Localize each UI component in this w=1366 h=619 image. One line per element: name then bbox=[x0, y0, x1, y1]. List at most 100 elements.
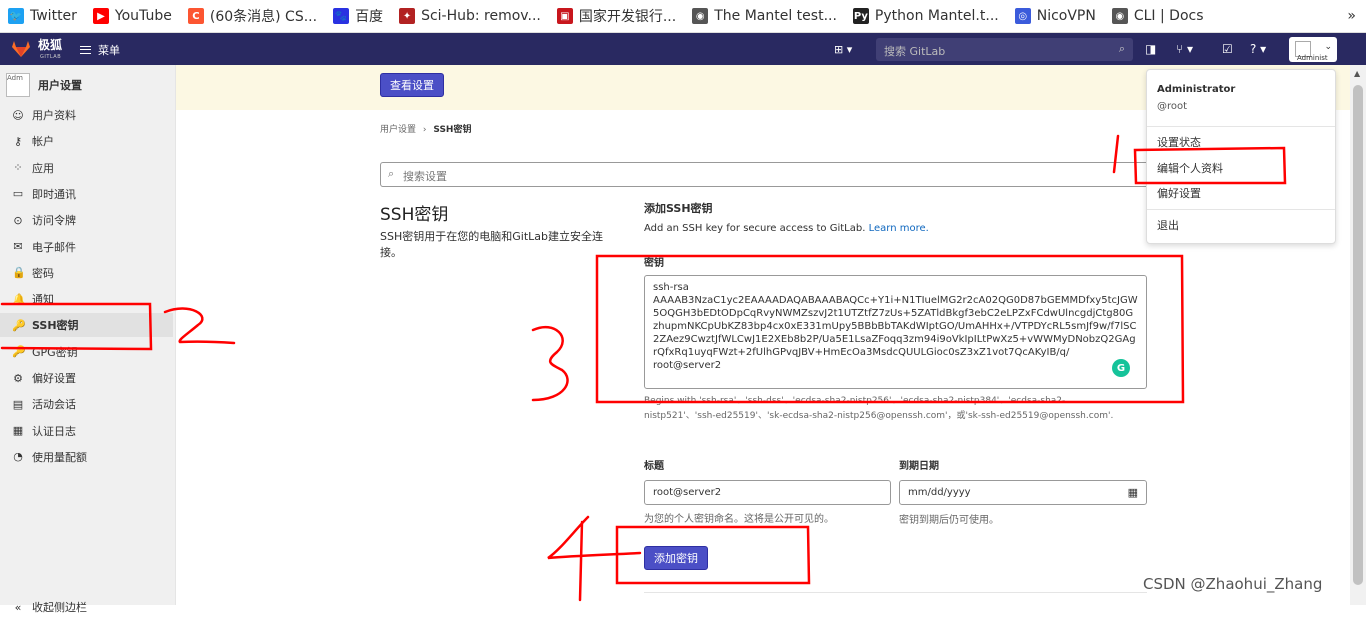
breadcrumb: 用户设置 › SSH密钥 bbox=[380, 122, 471, 135]
merge-requests-icon[interactable]: ⑂ ▾ bbox=[1176, 42, 1193, 56]
bookmark-item[interactable]: ✦ Sci-Hub: remov... bbox=[391, 0, 549, 33]
hamburger-icon bbox=[80, 46, 91, 54]
sidebar-item[interactable]: ⚙ 偏好设置 bbox=[0, 366, 173, 390]
sidebar-item[interactable]: ▭ 即时通讯 bbox=[0, 182, 173, 206]
profile-icon: ☺ bbox=[12, 108, 24, 122]
bookmark-label: 百度 bbox=[355, 9, 384, 25]
top-navbar: 极狐 GITLAB 菜单 ⊞ ▾ 搜索 GitLab ⌕ ◨ ⑂ ▾ ☑ ? ▾… bbox=[0, 33, 1366, 65]
learn-more-link[interactable]: Learn more. bbox=[869, 223, 929, 234]
bookmarks-overflow-button[interactable]: » bbox=[1347, 8, 1366, 24]
sidebar-item[interactable]: ⁘ 应用 bbox=[0, 156, 173, 180]
collapse-sidebar-button[interactable]: « 收起侧边栏 bbox=[0, 595, 173, 619]
sign-out-item[interactable]: 退出 bbox=[1157, 217, 1179, 233]
todos-icon[interactable]: ☑ bbox=[1222, 42, 1233, 56]
account-icon: ⚷ bbox=[13, 134, 23, 148]
add-key-desc-text: Add an SSH key for secure access to GitL… bbox=[644, 223, 866, 234]
expiry-date-input[interactable]: mm/dd/yyyy ▦ bbox=[899, 480, 1147, 505]
preferences-item[interactable]: 偏好设置 bbox=[1157, 185, 1201, 201]
sidebar-item[interactable]: 🔔 通知 bbox=[0, 287, 173, 311]
sidebar-item[interactable]: ▤ 活动会话 bbox=[0, 392, 173, 416]
log-icon: ▦ bbox=[12, 424, 24, 438]
sidebar-item-label: 活动会话 bbox=[32, 398, 76, 412]
bookmark-item[interactable]: 🐦 Twitter bbox=[0, 0, 85, 33]
menu-button[interactable]: 菜单 bbox=[80, 42, 120, 58]
add-key-description: Add an SSH key for secure access to GitL… bbox=[644, 223, 929, 234]
collapse-icon: « bbox=[14, 600, 22, 614]
settings-search-placeholder: 搜索设置 bbox=[403, 170, 447, 183]
bookmark-item[interactable]: ◉ CLI | Docs bbox=[1104, 0, 1212, 33]
sidebar-item[interactable]: ✉ 电子邮件 bbox=[0, 235, 173, 259]
gpg-key-icon: 🔑 bbox=[12, 345, 26, 359]
bookmark-label: Twitter bbox=[30, 8, 77, 24]
baidu-icon: 🐾 bbox=[333, 8, 350, 24]
bookmark-item[interactable]: C (60条消息) CS... bbox=[180, 0, 325, 33]
lock-icon: 🔒 bbox=[12, 266, 26, 280]
page-scrollbar[interactable]: ▲ bbox=[1350, 65, 1366, 605]
scroll-up-icon[interactable]: ▲ bbox=[1354, 69, 1360, 78]
sidebar-item[interactable]: 🔑 SSH密钥 bbox=[0, 313, 173, 338]
sidebar-item[interactable]: ⚷ 帐户 bbox=[0, 129, 173, 153]
search-icon: ⌕ bbox=[388, 167, 395, 180]
sidebar-item[interactable]: ☺ 用户资料 bbox=[0, 103, 173, 127]
bookmark-item[interactable]: ▶ YouTube bbox=[85, 0, 180, 33]
sidebar-header[interactable]: Adm 用户设置 bbox=[6, 73, 82, 97]
sidebar-item-label: 偏好设置 bbox=[32, 372, 76, 385]
user-dropdown-menu: Administrator @root 设置状态 编辑个人资料 偏好设置 退出 bbox=[1146, 69, 1336, 244]
calendar-icon[interactable]: ▦ bbox=[1128, 486, 1138, 499]
sidebar-item[interactable]: ◔ 使用量配额 bbox=[0, 445, 173, 469]
add-key-button[interactable]: 添加密钥 bbox=[644, 546, 708, 570]
bookmark-label: Sci-Hub: remov... bbox=[421, 8, 541, 24]
issues-icon[interactable]: ◨ bbox=[1145, 42, 1156, 56]
help-icon[interactable]: ? ▾ bbox=[1250, 42, 1266, 56]
gitlab-search-input[interactable]: 搜索 GitLab ⌕ bbox=[876, 38, 1133, 61]
annotation-number-3 bbox=[531, 325, 569, 402]
sidebar-item-label: SSH密钥 bbox=[32, 319, 79, 333]
settings-search-input[interactable]: ⌕ 搜索设置 bbox=[380, 162, 1150, 187]
sidebar-item[interactable]: ⊙ 访问令牌 bbox=[0, 208, 173, 232]
key-title-input[interactable] bbox=[644, 480, 891, 505]
twitter-icon: 🐦 bbox=[8, 8, 24, 24]
bookmark-item[interactable]: Py Python Mantel.t... bbox=[845, 0, 1007, 33]
bookmark-item[interactable]: ◎ NicoVPN bbox=[1007, 0, 1104, 33]
gitlab-logo-icon[interactable] bbox=[12, 41, 30, 57]
sidebar-item-label: 访问令牌 bbox=[32, 214, 76, 228]
youtube-icon: ▶ bbox=[92, 8, 109, 24]
avatar-text: Administ bbox=[1297, 54, 1328, 62]
new-item-dropdown[interactable]: ⊞ ▾ bbox=[834, 43, 852, 56]
bookmark-label: NicoVPN bbox=[1036, 8, 1096, 24]
bookmark-item[interactable]: 🐾 百度 bbox=[325, 0, 391, 33]
sidebar-item-label: 通知 bbox=[32, 293, 54, 307]
sidebar-item[interactable]: ▦ 认证日志 bbox=[0, 419, 173, 443]
annotation-number-4 bbox=[547, 515, 642, 602]
sidebar-item[interactable]: 🔑 GPG密钥 bbox=[0, 340, 173, 364]
token-icon: ⊙ bbox=[13, 213, 23, 227]
sidebar-item[interactable]: 🔒 密码 bbox=[0, 261, 173, 285]
edit-profile-item[interactable]: 编辑个人资料 bbox=[1157, 160, 1223, 176]
user-avatar-button[interactable]: Administ ⌄ bbox=[1289, 37, 1337, 62]
view-settings-button[interactable]: 查看设置 bbox=[380, 73, 444, 97]
bookmark-label: 国家开发银行... bbox=[578, 9, 677, 25]
dropdown-username[interactable]: @root bbox=[1157, 101, 1187, 112]
grammarly-icon[interactable]: G bbox=[1112, 359, 1130, 377]
search-icon: ⌕ bbox=[1118, 42, 1125, 55]
applications-icon: ⁘ bbox=[13, 161, 23, 175]
set-status-item[interactable]: 设置状态 bbox=[1157, 134, 1201, 150]
sidebar-item-label: 密码 bbox=[32, 266, 54, 280]
cdb-icon: ▣ bbox=[556, 8, 573, 24]
dropdown-user-name[interactable]: Administrator bbox=[1157, 84, 1235, 95]
expiry-placeholder: mm/dd/yyyy bbox=[908, 487, 971, 498]
bookmark-item[interactable]: ◉ The Mantel test... bbox=[684, 0, 845, 33]
expiry-label: 到期日期 bbox=[899, 461, 939, 472]
breadcrumb-parent[interactable]: 用户设置 bbox=[380, 125, 416, 135]
globe-icon: ◉ bbox=[692, 8, 709, 24]
logo-text: 极狐 bbox=[38, 38, 63, 52]
bookmark-item[interactable]: ▣ 国家开发银行... bbox=[549, 0, 684, 33]
ssh-key-textarea[interactable]: ssh-rsa AAAAB3NzaC1yc2EAAAADAQABAAABAQCc… bbox=[644, 275, 1147, 389]
globe-icon: ◉ bbox=[1111, 8, 1128, 24]
title-help-text: 为您的个人密钥命名。这将是公开可见的。 bbox=[644, 514, 834, 525]
collapse-label: 收起侧边栏 bbox=[32, 601, 87, 614]
breadcrumb-separator: › bbox=[422, 125, 427, 135]
settings-sidebar: Adm 用户设置 ☺ 用户资料 ⚷ 帐户 ⁘ 应用 ▭ 即时通讯 ⊙ 访问令牌 ✉ 电子邮件 🔒 密码 🔔 通… bbox=[0, 65, 176, 614]
scrollbar-thumb[interactable] bbox=[1353, 85, 1363, 585]
page-description: SSH密钥用于在您的电脑和GitLab建立安全连接。 bbox=[380, 230, 603, 259]
